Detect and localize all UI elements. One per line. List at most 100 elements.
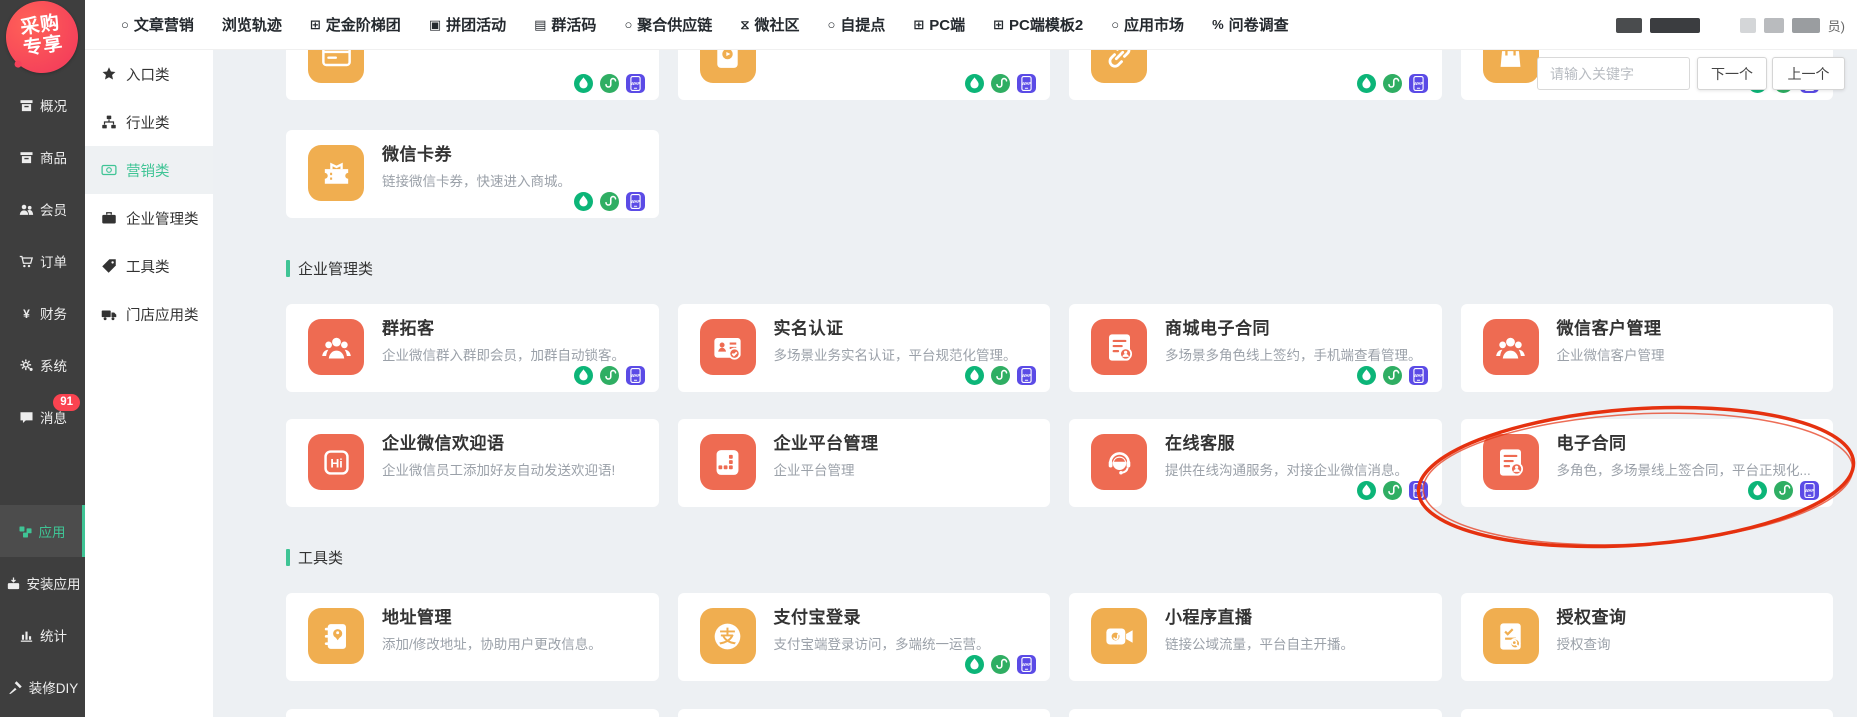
app-card-在线客服[interactable]: 在线客服提供在线沟通服务，对接企业微信消息。WAP: [1069, 419, 1442, 507]
find-prev-button[interactable]: 上一个: [1772, 57, 1845, 90]
topnav-item[interactable]: ○文章营销: [121, 14, 194, 35]
app-card-小程序直播[interactable]: 小程序直播链接公域流量，平台自主开播。: [1069, 593, 1442, 681]
app-card-title: 企业微信欢迎语: [382, 434, 643, 454]
drop-miniapp-icon[interactable]: [574, 192, 593, 211]
miniprogram-icon[interactable]: [600, 192, 619, 211]
wap-icon[interactable]: WAP: [1409, 74, 1428, 93]
category-item-入口类[interactable]: 入口类: [85, 50, 213, 98]
topnav-item[interactable]: ▣拼团活动: [429, 14, 506, 35]
section-accent-bar: [286, 260, 290, 277]
tag-icon: [100, 257, 118, 275]
drop-miniapp-icon[interactable]: [965, 655, 984, 674]
topnav-item[interactable]: %问卷调查: [1212, 14, 1289, 35]
find-input[interactable]: [1537, 57, 1690, 90]
app-card-支付宝登录[interactable]: 支支付宝登录支付宝端登录访问，多端统一运营。WAP: [678, 593, 1051, 681]
hourglass-icon: ⧖: [740, 18, 749, 31]
drop-miniapp-icon[interactable]: [1357, 366, 1376, 385]
app-card-title: 电子合同: [1557, 434, 1818, 454]
app-card-partial[interactable]: [286, 709, 659, 717]
wap-icon[interactable]: WAP: [1409, 366, 1428, 385]
topnav-item[interactable]: ⊞PC端模板2: [993, 14, 1083, 35]
qr-list-icon: ▤: [534, 18, 546, 31]
sidebar-item-会员[interactable]: 会员: [0, 183, 85, 235]
miniprogram-icon[interactable]: [1383, 366, 1402, 385]
wap-icon[interactable]: WAP: [626, 192, 645, 211]
wap-icon[interactable]: WAP: [1017, 655, 1036, 674]
app-card[interactable]: 看短视频领红包，引流宣传更高效。WAP: [678, 50, 1051, 100]
miniprogram-icon[interactable]: [991, 655, 1010, 674]
category-item-工具类[interactable]: 工具类: [85, 242, 213, 290]
section-header-工具类: 工具类: [286, 547, 1833, 567]
wap-icon[interactable]: WAP: [1017, 366, 1036, 385]
wap-icon[interactable]: WAP: [626, 366, 645, 385]
sidebar-item-label: 安装应用: [27, 573, 81, 593]
drop-miniapp-icon[interactable]: [965, 366, 984, 385]
wap-icon[interactable]: WAP: [1800, 481, 1819, 500]
category-item-门店应用类[interactable]: 门店应用类: [85, 290, 213, 338]
topnav-item[interactable]: ⧖微社区: [740, 14, 799, 35]
square-plus-icon: ⊞: [993, 18, 1004, 31]
sidebar-item-应用[interactable]: 应用: [0, 505, 85, 557]
wap-icon[interactable]: WAP: [626, 74, 645, 93]
app-card-授权查询[interactable]: 授权查询授权查询: [1461, 593, 1834, 681]
sidebar-item-安装应用[interactable]: 安装应用: [0, 557, 85, 609]
app-card-企业平台管理[interactable]: 企业平台管理企业平台管理: [678, 419, 1051, 507]
miniprogram-icon[interactable]: [1774, 481, 1793, 500]
app-card-title: 支付宝登录: [774, 608, 1035, 628]
cart-icon: [18, 253, 35, 270]
miniprogram-icon[interactable]: [991, 366, 1010, 385]
sidebar-item-装修DIY[interactable]: 装修DIY: [0, 661, 85, 713]
category-item-企业管理类[interactable]: 企业管理类: [85, 194, 213, 242]
app-card[interactable]: 同步会员等级，一卡通在手，线上线下共...WAP: [286, 50, 659, 100]
drop-miniapp-icon[interactable]: [1357, 74, 1376, 93]
drop-miniapp-icon[interactable]: [574, 366, 593, 385]
sidebar-item-label: 会员: [40, 199, 67, 219]
app-card-partial[interactable]: [678, 709, 1051, 717]
topnav-item[interactable]: ⊞定金阶梯团: [310, 14, 401, 35]
miniprogram-icon[interactable]: [1383, 74, 1402, 93]
miniprogram-icon[interactable]: [600, 74, 619, 93]
app-card-description: 链接微信卡券，快速进入商城。: [382, 173, 643, 190]
category-item-营销类[interactable]: 营销类: [85, 146, 213, 194]
app-card-群拓客[interactable]: 群拓客企业微信群入群即会员，加群自动锁客。WAP: [286, 304, 659, 392]
find-next-button[interactable]: 下一个: [1697, 57, 1767, 90]
square-plus-icon: ⊞: [310, 18, 321, 31]
topnav-item[interactable]: 浏览轨迹: [222, 14, 282, 35]
sidebar-item-财务[interactable]: ¥财务: [0, 287, 85, 339]
drop-miniapp-icon[interactable]: [1357, 481, 1376, 500]
sidebar-item-系统[interactable]: 系统: [0, 339, 85, 391]
topnav-item[interactable]: ○应用市场: [1111, 14, 1184, 35]
sidebar-item-商品[interactable]: 商品: [0, 131, 85, 183]
app-card-实名认证[interactable]: 实名认证多场景业务实名认证，平台规范化管理。WAP: [678, 304, 1051, 392]
app-card-电子合同[interactable]: 电子合同多角色，多场景线上签合同，平台正规化...WAP: [1461, 419, 1834, 507]
topnav-item[interactable]: ▤群活码: [534, 14, 596, 35]
app-card-title: 微信客户管理: [1557, 319, 1818, 339]
topnav-item[interactable]: ○聚合供应链: [624, 14, 712, 35]
sidebar-item-消息[interactable]: 消息91: [0, 391, 85, 443]
yen-icon: ¥: [18, 305, 35, 322]
miniprogram-icon[interactable]: [1383, 481, 1402, 500]
miniprogram-icon[interactable]: [600, 366, 619, 385]
svg-text:WAP: WAP: [630, 199, 640, 204]
topnav-item[interactable]: ○自提点: [827, 14, 885, 35]
app-card-微信卡券[interactable]: 微信卡券链接微信卡券，快速进入商城。WAP: [286, 130, 659, 218]
category-item-行业类[interactable]: 行业类: [85, 98, 213, 146]
section-accent-bar: [286, 549, 290, 566]
app-card-地址管理[interactable]: 地址管理添加/修改地址，协助用户更改信息。: [286, 593, 659, 681]
drop-miniapp-icon[interactable]: [965, 74, 984, 93]
sidebar-item-统计[interactable]: 统计: [0, 609, 85, 661]
miniprogram-icon[interactable]: [991, 74, 1010, 93]
sidebar-item-概况[interactable]: 概况: [0, 79, 85, 131]
sidebar-item-订单[interactable]: 订单: [0, 235, 85, 287]
app-card-partial[interactable]: [1461, 709, 1834, 717]
wap-icon[interactable]: WAP: [1017, 74, 1036, 93]
app-card-商城电子合同[interactable]: 商城电子合同多场景多角色线上签约，手机端查看管理。WAP: [1069, 304, 1442, 392]
app-card-微信客户管理[interactable]: 微信客户管理企业微信客户管理: [1461, 304, 1834, 392]
topnav-item[interactable]: ⊞PC端: [913, 14, 965, 35]
drop-miniapp-icon[interactable]: [574, 74, 593, 93]
app-card[interactable]: 短视频营销，带货传播更便捷。WAP: [1069, 50, 1442, 100]
wap-icon[interactable]: WAP: [1409, 481, 1428, 500]
app-card-partial[interactable]: [1069, 709, 1442, 717]
app-card-企业微信欢迎语[interactable]: Hi企业微信欢迎语企业微信员工添加好友自动发送欢迎语!: [286, 419, 659, 507]
drop-miniapp-icon[interactable]: [1748, 481, 1767, 500]
